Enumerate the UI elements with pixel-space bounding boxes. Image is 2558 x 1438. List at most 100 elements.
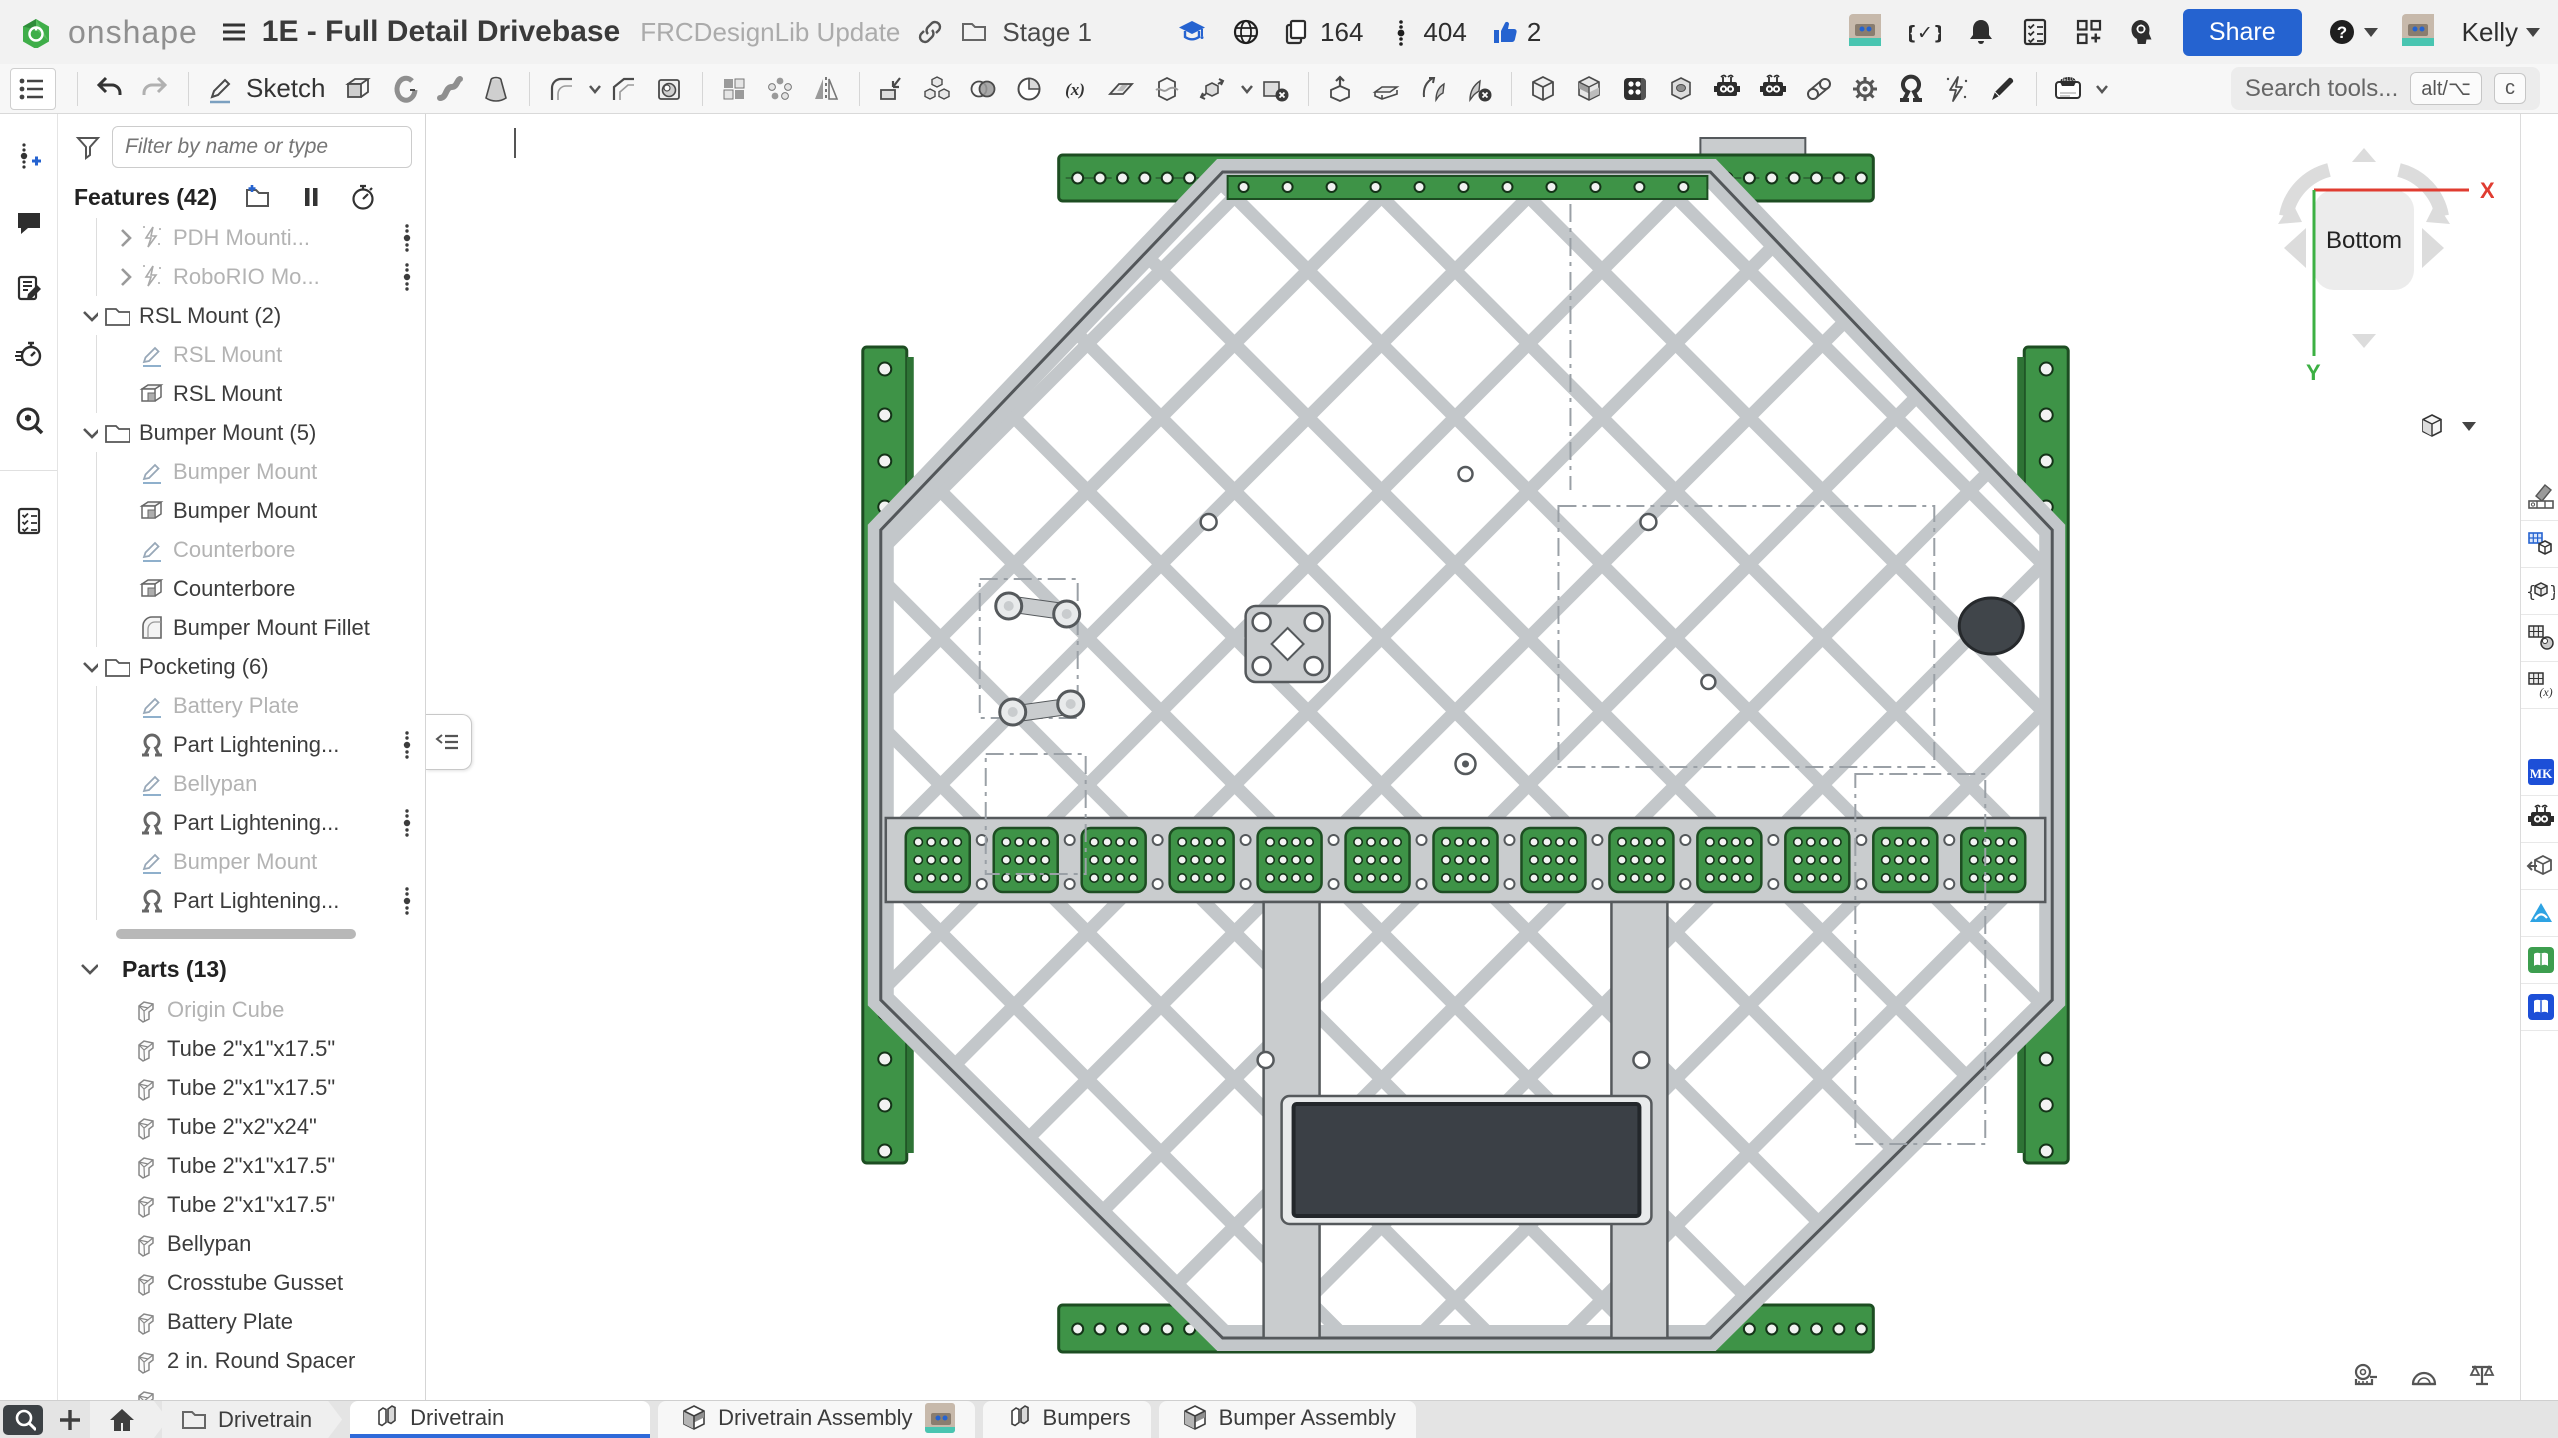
washer-tool-button[interactable] [647, 68, 693, 110]
checklist-icon[interactable] [13, 505, 45, 537]
feature-row[interactable]: Bumper Mount [58, 452, 425, 491]
help-menu[interactable]: ? [2326, 16, 2378, 48]
feature-row[interactable]: Bumper Mount (5) [58, 413, 425, 452]
mk-panel-icon[interactable]: MK [2521, 749, 2558, 796]
user-menu[interactable]: Kelly [2462, 17, 2540, 48]
tape-measure-icon[interactable] [2350, 1360, 2380, 1392]
workspace-name[interactable]: Stage 1 [1002, 17, 1092, 48]
share-button[interactable]: Share [2183, 9, 2302, 56]
chevron-down-icon[interactable] [1231, 73, 1253, 105]
feature-row[interactable]: Pocketing (6) [58, 647, 425, 686]
document-tab-bumper-assembly[interactable]: Bumper Assembly [1159, 1401, 1416, 1438]
revolve-tool-button[interactable] [382, 68, 428, 110]
feature-row[interactable]: Bumper Mount Fillet [58, 608, 425, 647]
user-avatar[interactable] [2402, 14, 2438, 50]
home-tab[interactable] [90, 1401, 168, 1438]
gridcube-tool-button[interactable] [1567, 68, 1613, 110]
notifications-bell-icon[interactable] [1965, 16, 1995, 48]
link-icon[interactable] [914, 16, 944, 48]
search-tools[interactable]: Search tools... alt/⌥ c [2231, 67, 2540, 110]
robot-tool-button[interactable] [1705, 68, 1751, 110]
versions-count[interactable]: 404 [1385, 16, 1466, 48]
loft-tool-button[interactable] [474, 68, 520, 110]
chevron-right-icon[interactable] [106, 222, 136, 254]
spark-tool-button[interactable] [1935, 68, 1981, 110]
part-row[interactable]: Crosstube Gusset [58, 1263, 425, 1302]
part-row[interactable]: Origin Cube [58, 990, 425, 1029]
boolean-tool-button[interactable] [961, 68, 1007, 110]
drag-handle-icon[interactable] [401, 729, 413, 761]
derived-tool-button[interactable] [869, 68, 915, 110]
model-viewport[interactable]: Bottom X Y [426, 114, 2520, 1400]
sweep-tool-button[interactable] [428, 68, 474, 110]
featurescript-braces-icon[interactable]: {✓} [1909, 16, 1941, 48]
part-row[interactable]: Tube 2"x1"x17.5" [58, 1185, 425, 1224]
plane-tool-button[interactable] [1099, 68, 1145, 110]
feature-row[interactable]: Counterbore [58, 569, 425, 608]
gear-tool-button[interactable] [1843, 68, 1889, 110]
part-row[interactable]: Bellypan [58, 1224, 425, 1263]
drag-handle-icon[interactable] [401, 807, 413, 839]
palette-panel-icon[interactable] [2521, 474, 2558, 521]
part-row[interactable]: Tube 2"x1"x17.5" [58, 1029, 425, 1068]
parts-header[interactable]: Parts (13) [58, 946, 425, 990]
chevron-down-icon[interactable] [72, 651, 102, 683]
dice-tool-button[interactable] [1613, 68, 1659, 110]
branchplus-icon[interactable] [13, 140, 45, 172]
cubes3-tool-button[interactable] [915, 68, 961, 110]
sketch-tool-button[interactable] [198, 68, 244, 110]
robot-panel-icon[interactable] [2521, 796, 2558, 843]
part-row[interactable]: Tube 2"x1"x17.5" [58, 1146, 425, 1185]
feature-row[interactable]: Counterbore [58, 530, 425, 569]
feature-list-flyout-toggle[interactable] [426, 714, 472, 770]
slab-tool-button[interactable] [1364, 68, 1410, 110]
searchgear-icon[interactable] [13, 404, 45, 436]
belt-tool-button[interactable] [1797, 68, 1843, 110]
moveface-tool-button[interactable] [1410, 68, 1456, 110]
drag-handle-icon[interactable] [401, 261, 413, 293]
delface-tool-button[interactable] [1456, 68, 1502, 110]
chevron-down-icon[interactable] [579, 73, 601, 105]
pie-tool-button[interactable] [1007, 68, 1053, 110]
feature-row[interactable]: RSL Mount [58, 335, 425, 374]
breadcrumb-folder-tab[interactable]: Drivetrain [162, 1401, 342, 1438]
feature-row[interactable]: Battery Plate [58, 686, 425, 725]
suppress-pause-icon[interactable] [295, 181, 323, 213]
stopwatch-icon[interactable] [13, 338, 45, 370]
document-title[interactable]: 1E - Full Detail Drivebase [262, 15, 620, 49]
feature-row[interactable]: RSL Mount (2) [58, 296, 425, 335]
clamp-tool-button[interactable] [1889, 68, 1935, 110]
comment-icon[interactable] [13, 206, 45, 238]
delpart-tool-button[interactable] [1253, 68, 1299, 110]
linpat-tool-button[interactable] [712, 68, 758, 110]
cube-tool-button[interactable] [1521, 68, 1567, 110]
part-row[interactable]: 2 in. Round Spacer [58, 1341, 425, 1380]
chevron-down-icon[interactable] [72, 417, 102, 449]
circpat-tool-button[interactable] [758, 68, 804, 110]
mass-scale-icon[interactable] [2466, 1360, 2496, 1392]
likes-count[interactable]: 2 [1489, 16, 1541, 48]
tree-tool-button[interactable] [10, 68, 56, 110]
feature-row[interactable]: PDH Mounti... [58, 218, 425, 257]
feature-row[interactable]: RSL Mount [58, 374, 425, 413]
feature-row[interactable]: Bumper Mount [58, 491, 425, 530]
cubearrow-panel-icon[interactable] [2521, 843, 2558, 890]
protractor-icon[interactable] [2408, 1360, 2438, 1392]
chevron-right-icon[interactable] [106, 261, 136, 293]
document-tab-bumpers[interactable]: Bumpers [983, 1401, 1151, 1438]
view-cube[interactable]: Bottom X Y [2234, 128, 2494, 390]
undo-tool-button[interactable] [87, 68, 133, 110]
pushup-tool-button[interactable] [1318, 68, 1364, 110]
bookgreen-panel-icon[interactable] [2521, 937, 2558, 984]
varx-tool-button[interactable]: (x) [1053, 68, 1099, 110]
filter-input[interactable] [112, 126, 412, 168]
tasks-checklist-icon[interactable] [2019, 16, 2049, 48]
feature-row[interactable]: Bellypan [58, 764, 425, 803]
chevron-down-icon[interactable] [2086, 73, 2108, 105]
feature-row[interactable]: Part Lightening... [58, 803, 425, 842]
split-tool-button[interactable] [1145, 68, 1191, 110]
tablevarx-panel-icon[interactable]: (x) [2521, 662, 2558, 709]
triangle-panel-icon[interactable] [2521, 890, 2558, 937]
part-row[interactable]: Tube 2"x1"x17.5" [58, 1068, 425, 1107]
chamfer-tool-button[interactable] [601, 68, 647, 110]
